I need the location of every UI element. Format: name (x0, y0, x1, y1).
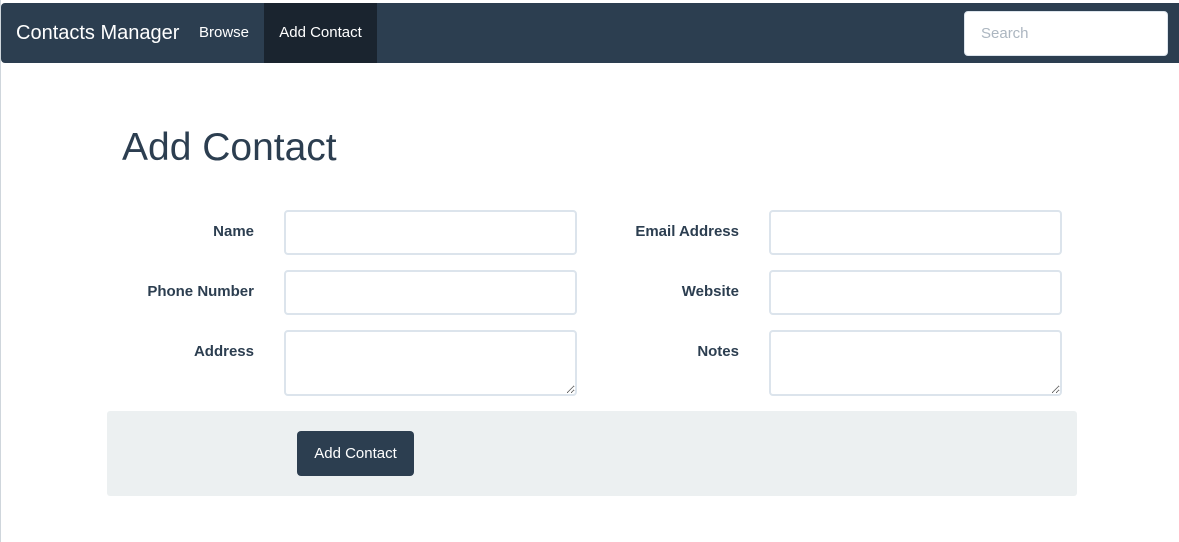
page-title: Add Contact (122, 126, 337, 169)
email-field[interactable] (769, 210, 1062, 255)
notes-label: Notes (697, 343, 739, 360)
nav-item-browse[interactable]: Browse (185, 3, 263, 63)
name-field[interactable] (284, 210, 577, 255)
nav-item-add-contact[interactable]: Add Contact (264, 3, 377, 63)
website-field[interactable] (769, 270, 1062, 315)
notes-textarea[interactable] (769, 330, 1062, 396)
email-label: Email Address (635, 223, 739, 240)
phone-label: Phone Number (147, 283, 254, 300)
form-actions-well (107, 411, 1077, 496)
top-navbar: Contacts Manager Browse Add Contact (1, 3, 1179, 63)
phone-field[interactable] (284, 270, 577, 315)
search-input[interactable] (964, 11, 1168, 56)
window-border (0, 0, 1, 542)
website-label: Website (681, 283, 739, 300)
brand-link[interactable]: Contacts Manager (16, 3, 179, 63)
name-label: Name (213, 223, 254, 240)
address-label: Address (193, 343, 254, 360)
add-contact-button[interactable]: Add Contact (297, 431, 414, 476)
address-textarea[interactable] (284, 330, 577, 396)
